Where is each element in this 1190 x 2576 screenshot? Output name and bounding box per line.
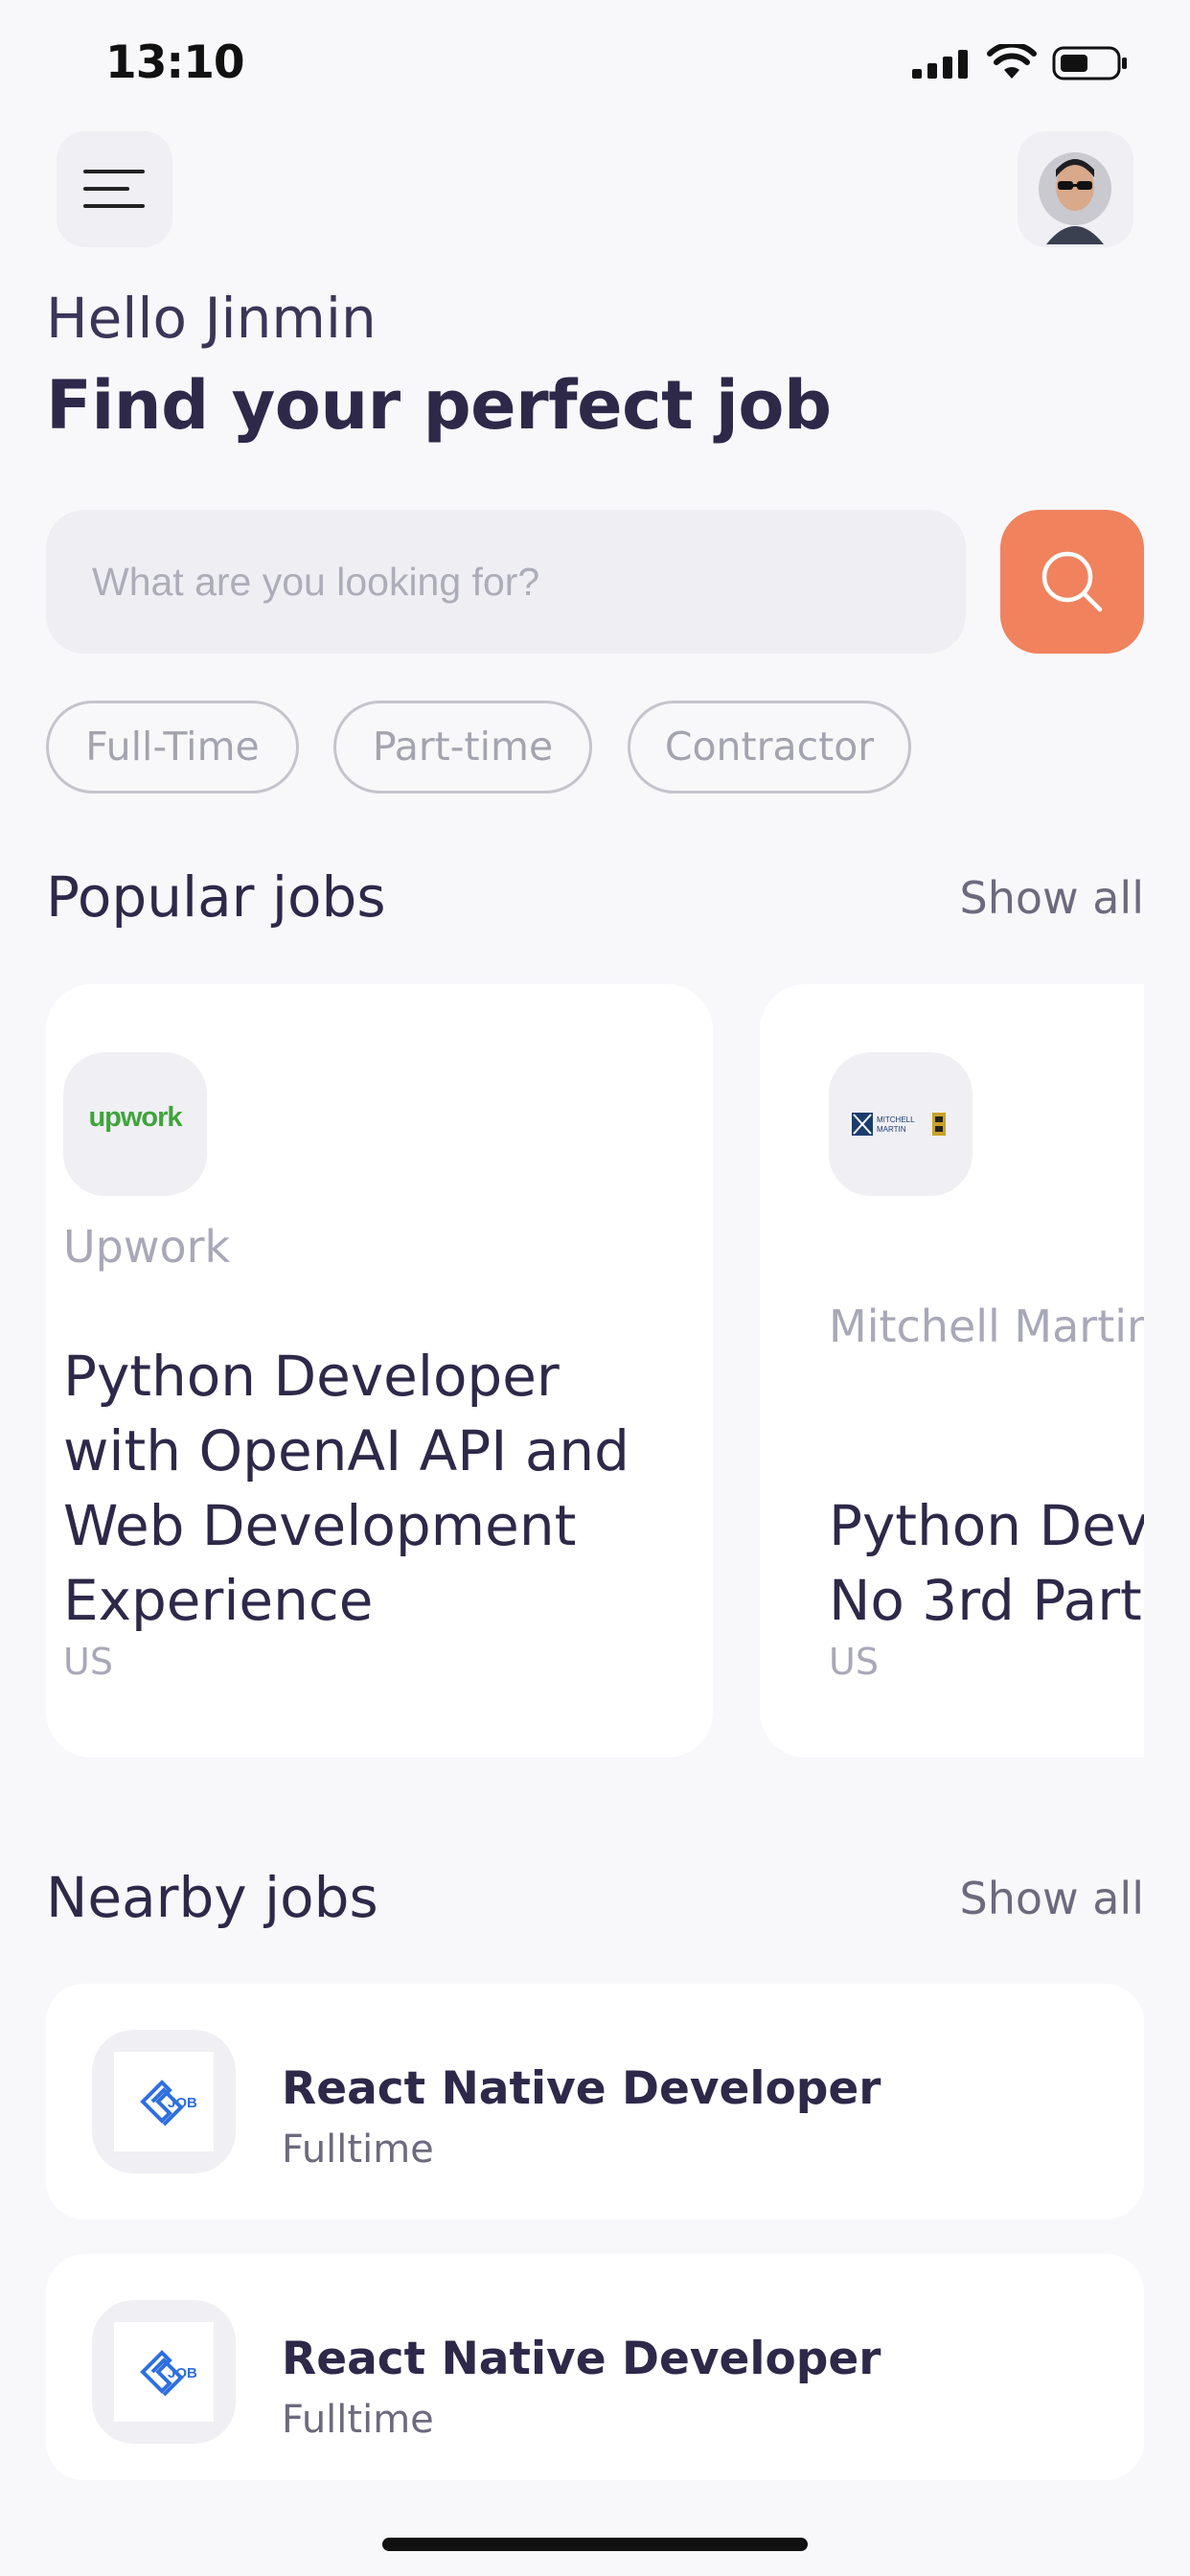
menu-button[interactable] bbox=[57, 131, 172, 247]
battery-icon bbox=[1052, 46, 1127, 80]
greeting: Hello Jinmin bbox=[46, 286, 377, 351]
company-logo: JOB bbox=[92, 2300, 236, 2444]
job-type: Fulltime bbox=[282, 2398, 434, 2442]
status-time: 13:10 bbox=[105, 36, 245, 89]
avatar-photo bbox=[1039, 152, 1111, 244]
svg-text:MARTIN: MARTIN bbox=[877, 1125, 906, 1134]
popular-job-card[interactable]: upwork Upwork Python Developer with Open… bbox=[46, 984, 713, 1758]
chip-part-time[interactable]: Part-time bbox=[333, 701, 592, 794]
upwork-logo: upwork bbox=[88, 1102, 182, 1133]
job-logo-text: JOB bbox=[168, 2365, 197, 2381]
job-title: React Native Developer bbox=[282, 2062, 881, 2115]
mitchell-martin-logo: MITCHELL MARTIN bbox=[852, 1113, 946, 1136]
company-logo: upwork bbox=[63, 1052, 207, 1196]
job-location: US bbox=[829, 1641, 879, 1683]
job-title: Python Deve No 3rd Parti bbox=[829, 1493, 1144, 1633]
company-logo: JOB bbox=[92, 2030, 236, 2174]
job-logo-text: JOB bbox=[168, 2095, 197, 2111]
wifi-icon bbox=[987, 44, 1037, 79]
page-title: Find your perfect job bbox=[46, 366, 832, 445]
nearby-job-card[interactable]: JOB React Native Developer Fulltime bbox=[46, 2254, 1144, 2480]
nearby-show-all-link[interactable]: Show all bbox=[960, 1873, 1145, 1924]
job-logo-icon: JOB bbox=[140, 2080, 197, 2127]
avatar[interactable] bbox=[1018, 131, 1133, 247]
nearby-jobs-title: Nearby jobs bbox=[46, 1865, 378, 1930]
nearby-job-card[interactable]: JOB React Native Developer Fulltime bbox=[46, 1984, 1144, 2220]
company-logo: MITCHELL MARTIN bbox=[829, 1052, 973, 1196]
search-icon bbox=[1041, 551, 1103, 612]
popular-jobs-title: Popular jobs bbox=[46, 864, 386, 930]
chip-full-time[interactable]: Full-Time bbox=[46, 701, 299, 794]
company-name: Upwork bbox=[63, 1221, 231, 1273]
popular-jobs-carousel[interactable]: upwork Upwork Python Developer with Open… bbox=[46, 984, 1144, 1758]
popular-job-card[interactable]: MITCHELL MARTIN Mitchell Martin Python D… bbox=[760, 984, 1144, 1758]
signal-icon bbox=[912, 50, 968, 79]
job-title: React Native Developer bbox=[282, 2333, 881, 2385]
home-indicator[interactable] bbox=[382, 2538, 808, 2551]
search-input[interactable]: What are you looking for? bbox=[46, 510, 966, 654]
job-title: Python Developer with OpenAI API and Web… bbox=[63, 1344, 629, 1633]
search-button[interactable] bbox=[1000, 510, 1144, 654]
job-logo-icon: JOB bbox=[140, 2350, 197, 2397]
chip-contractor[interactable]: Contractor bbox=[628, 701, 911, 794]
job-type: Fulltime bbox=[282, 2128, 434, 2172]
company-name: Mitchell Martin bbox=[829, 1300, 1144, 1352]
mitchell-martin-logo-text: MITCHELL bbox=[877, 1116, 915, 1124]
job-location: US bbox=[63, 1641, 113, 1683]
popular-show-all-link[interactable]: Show all bbox=[960, 872, 1145, 924]
